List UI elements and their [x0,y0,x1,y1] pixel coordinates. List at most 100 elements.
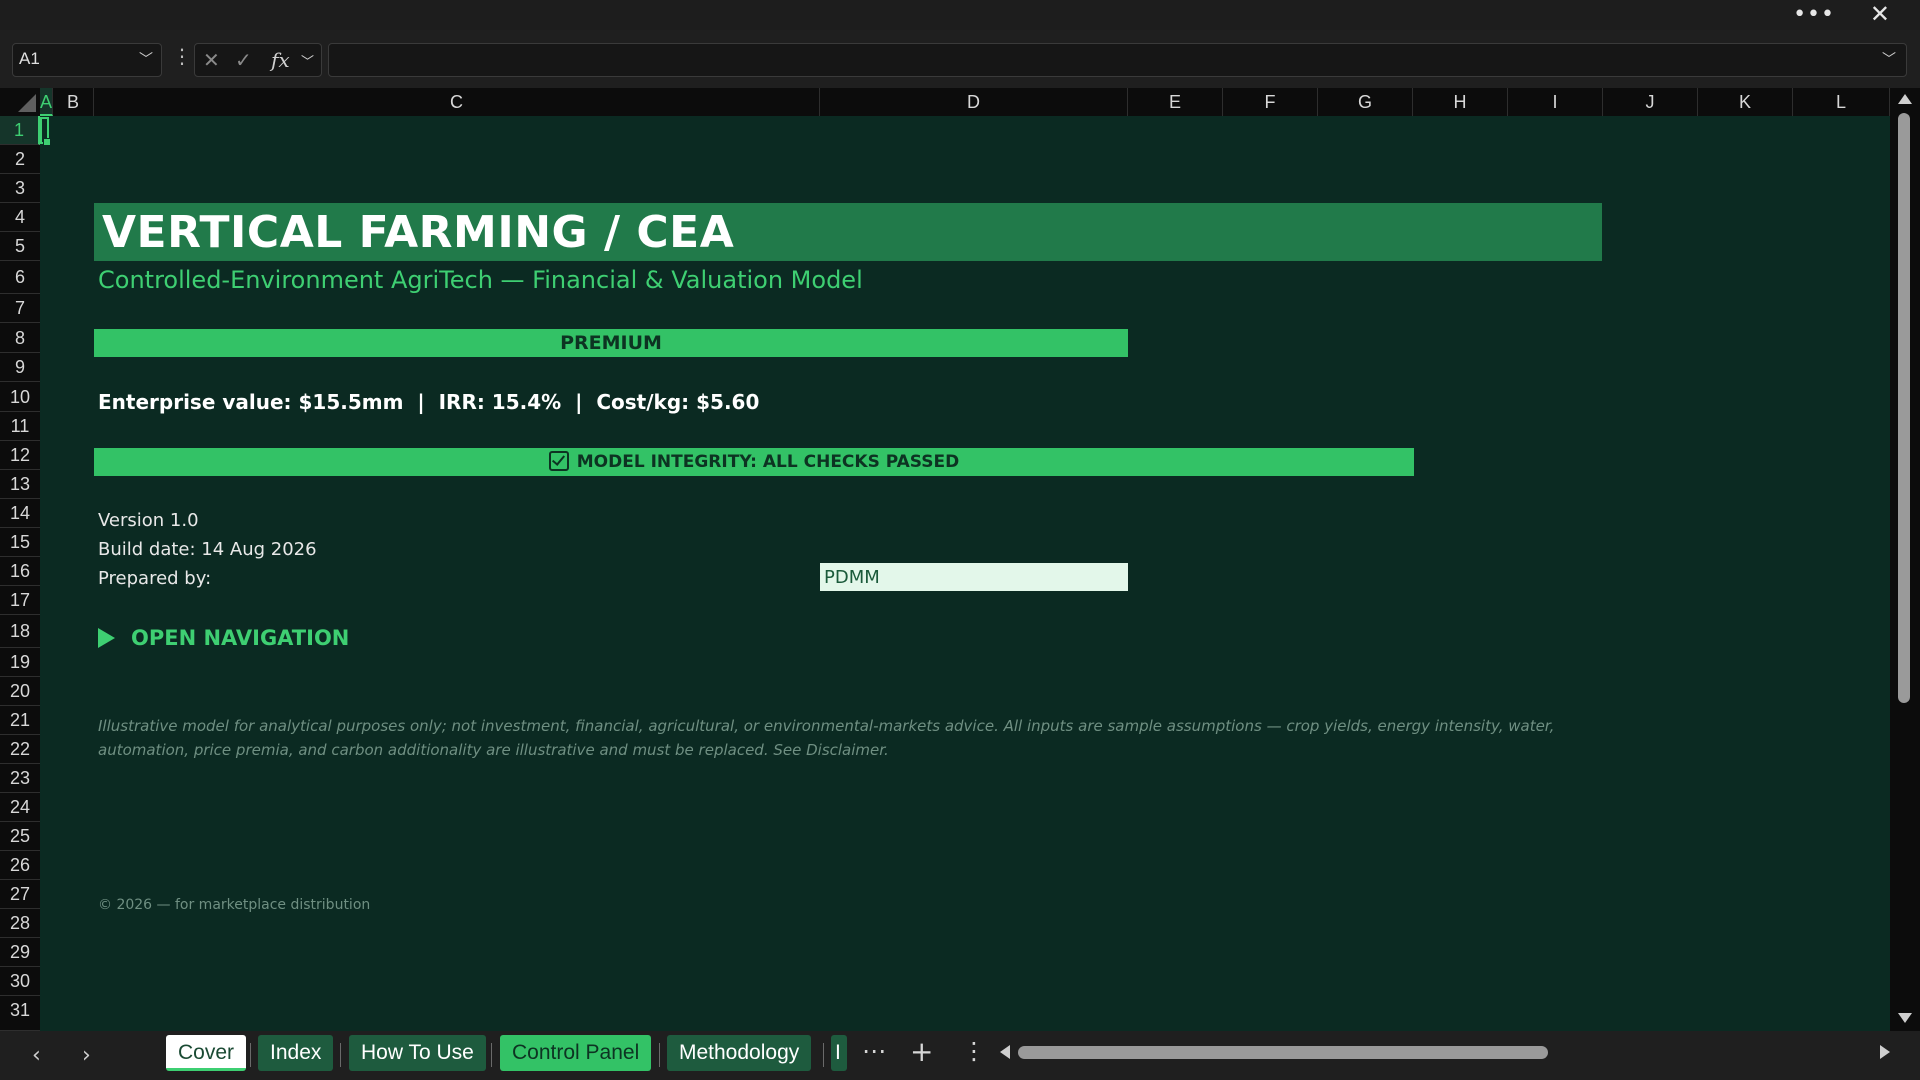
column-header-i[interactable]: I [1508,88,1603,116]
checkbox-checked-icon [548,451,569,471]
open-navigation-label: OPEN NAVIGATION [131,626,350,650]
insert-function-icon[interactable]: fx [271,48,290,72]
row-header[interactable]: 25 [0,822,40,851]
integrity-text: MODEL INTEGRITY: ALL CHECKS PASSED [576,452,960,472]
row-header[interactable]: 17 [0,586,40,615]
scroll-down-arrow-icon[interactable] [1898,1013,1912,1023]
build-date-label: Build date: 14 Aug 2026 [98,539,317,560]
tab-how-to-use[interactable]: How To Use [349,1035,486,1071]
tab-methodology[interactable]: Methodology [667,1035,812,1071]
row-header[interactable]: 26 [0,851,40,880]
tab-separator [659,1043,660,1067]
cancel-icon[interactable]: ✕ [203,48,220,72]
row-header[interactable]: 16 [0,557,40,586]
active-cell-a1[interactable] [40,117,51,146]
tab-cover[interactable]: Cover [166,1035,247,1071]
row-header[interactable]: 12 [0,441,40,470]
column-header-l[interactable]: L [1793,88,1890,116]
column-header-a[interactable]: A [40,88,53,116]
horizontal-scroll-thumb[interactable] [1018,1046,1548,1059]
row-header[interactable]: 21 [0,706,40,735]
column-header-d[interactable]: D [820,88,1128,116]
confirm-icon[interactable]: ✓ [235,48,252,72]
horizontal-scrollbar[interactable] [1000,1043,1890,1063]
tab-index[interactable]: Index [258,1035,334,1071]
row-header[interactable]: 23 [0,764,40,793]
name-box[interactable]: A1 ﹀ [12,43,162,77]
close-icon[interactable]: ✕ [1870,0,1890,28]
column-header-g[interactable]: G [1318,88,1413,116]
prepared-by-input[interactable]: PDMM [820,563,1128,591]
play-arrow-icon [98,628,115,648]
fill-handle[interactable] [43,138,51,146]
row-header[interactable]: 29 [0,938,40,967]
tab-separator [340,1043,341,1067]
vertical-scrollbar[interactable] [1890,88,1920,1031]
chevron-down-icon[interactable]: ﹀ [1882,49,1896,69]
formula-bar-row: A1 ﹀ ⋮ ✕ ✓ fx ﹀ ﹀ [0,30,1920,88]
vertical-scroll-thumb[interactable] [1898,113,1910,703]
chevron-right-icon[interactable]: › [82,1043,91,1068]
scroll-right-arrow-icon[interactable] [1880,1045,1890,1059]
row-header[interactable]: 13 [0,470,40,499]
row-header[interactable]: 6 [0,261,40,294]
column-headers: A B C D E F G H I J K L [40,88,1890,116]
disclaimer-text: Illustrative model for analytical purpos… [98,717,1555,759]
page-subtitle: Controlled-Environment AgriTech — Financ… [98,266,863,294]
tab-control-panel[interactable]: Control Panel [500,1035,652,1071]
row-header[interactable]: 10 [0,382,40,412]
row-header[interactable]: 9 [0,353,40,382]
chevron-down-icon[interactable]: ﹀ [139,49,153,69]
row-header[interactable]: 27 [0,880,40,909]
scroll-left-arrow-icon[interactable] [1000,1045,1010,1059]
formula-input[interactable]: ﹀ [328,43,1907,77]
column-header-j[interactable]: J [1603,88,1698,116]
row-header[interactable]: 24 [0,793,40,822]
column-header-c[interactable]: C [94,88,820,116]
chevron-down-icon[interactable]: ﹀ [301,51,314,70]
row-header[interactable]: 15 [0,528,40,557]
chevron-left-icon[interactable]: ‹ [32,1043,41,1068]
column-header-k[interactable]: K [1698,88,1793,116]
name-box-value: A1 [19,49,40,68]
row-header[interactable]: 20 [0,677,40,706]
tab-separator [250,1043,251,1067]
row-header[interactable]: 2 [0,145,40,174]
column-header-f[interactable]: F [1223,88,1318,116]
more-sheets-icon[interactable]: ⋯ [862,1037,886,1065]
tab-separator [491,1043,492,1067]
row-header[interactable]: 22 [0,735,40,764]
row-header[interactable]: 1 [0,116,40,145]
vertical-dots-icon[interactable]: ⋮ [172,44,192,68]
row-header[interactable]: 4 [0,203,40,232]
tab-truncated[interactable]: I [831,1035,847,1071]
scroll-up-arrow-icon[interactable] [1898,94,1912,104]
row-header[interactable]: 30 [0,967,40,996]
more-horizontal-icon[interactable]: ••• [1793,2,1835,27]
formula-actions: ✕ ✓ fx ﹀ [194,43,322,77]
add-sheet-icon[interactable]: + [910,1035,933,1068]
row-header[interactable]: 18 [0,615,40,648]
row-header[interactable]: 19 [0,648,40,677]
vertical-dots-icon[interactable]: ⋮ [962,1037,986,1065]
kpi-summary: Enterprise value: $15.5mm | IRR: 15.4% |… [98,390,760,414]
prepared-by-label: Prepared by: [98,568,212,589]
integrity-banner: MODEL INTEGRITY: ALL CHECKS PASSED [94,448,1414,476]
column-header-h[interactable]: H [1413,88,1508,116]
window-top-bar: ••• ✕ [0,0,1920,30]
prepared-by-value: PDMM [824,567,880,588]
row-header[interactable]: 31 [0,996,40,1031]
row-header[interactable]: 7 [0,294,40,323]
row-header[interactable]: 3 [0,174,40,203]
row-header[interactable]: 11 [0,412,40,441]
row-header[interactable]: 14 [0,499,40,528]
select-all-corner[interactable] [0,88,40,116]
open-navigation-link[interactable]: OPEN NAVIGATION [98,626,349,650]
page-title: VERTICAL FARMING / CEA [102,207,735,258]
column-header-e[interactable]: E [1128,88,1223,116]
row-header[interactable]: 5 [0,232,40,261]
sheet-tab-bar: ‹ › Cover Index How To Use Control Panel… [0,1031,1920,1080]
column-header-b[interactable]: B [53,88,94,116]
row-header[interactable]: 8 [0,323,40,353]
row-header[interactable]: 28 [0,909,40,938]
